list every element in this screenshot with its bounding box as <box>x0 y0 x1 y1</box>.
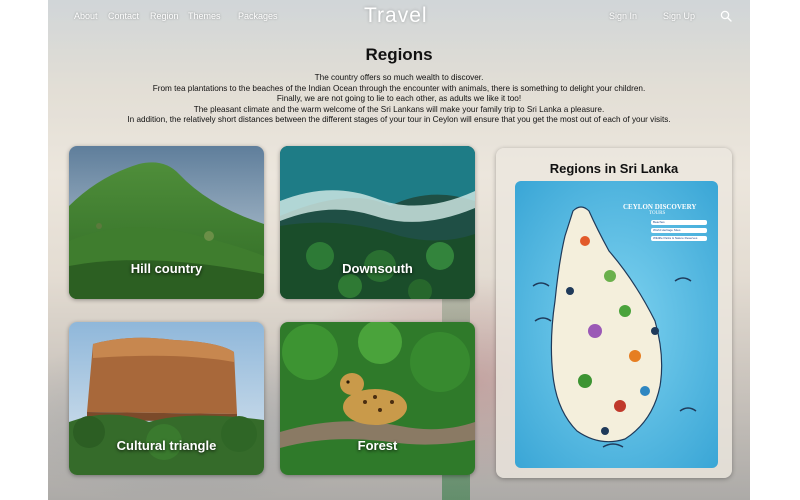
intro-line: In addition, the relatively short distan… <box>127 115 671 124</box>
region-card-forest[interactable]: Forest <box>280 322 475 475</box>
map-panel-title: Regions in Sri Lanka <box>549 161 679 176</box>
region-card-hill-country[interactable]: Hill country <box>69 146 264 299</box>
region-card-downsouth[interactable]: Downsouth <box>280 146 475 299</box>
intro-line: The pleasant climate and the warm welcom… <box>193 104 605 114</box>
intro-line: Finally, we are not going to lie to each… <box>276 94 522 103</box>
region-card-label: Downsouth <box>342 261 413 276</box>
nav-link-themes[interactable]: Themes <box>188 11 221 21</box>
downsouth-image <box>280 146 475 299</box>
nav-link-region[interactable]: Region <box>150 11 179 21</box>
region-card-label: Forest <box>357 438 398 453</box>
sri-lanka-map[interactable]: CEYLON DISCOVERY TOURS Beaches World Her… <box>515 181 718 468</box>
sign-in-link[interactable]: Sign In <box>609 11 637 21</box>
page-title: Regions <box>365 45 433 64</box>
intro-text: The country offers so much wealth to dis… <box>48 73 750 126</box>
nav-link-contact[interactable]: Contact <box>108 11 139 21</box>
sign-up-link[interactable]: Sign Up <box>663 11 695 21</box>
intro-line: From tea plantations to the beaches of t… <box>152 83 646 93</box>
map-brand-sub: TOURS <box>649 211 666 216</box>
hill-country-image <box>69 146 264 299</box>
region-card-cultural-triangle[interactable]: Cultural triangle <box>69 322 264 475</box>
map-legend-item: Beaches <box>651 220 707 225</box>
region-card-label: Hill country <box>130 261 203 276</box>
hero-background: About Contact Region Themes Packages Tra… <box>48 0 750 500</box>
map-legend-item: World Heritage Sites <box>651 228 707 233</box>
top-navigation: About Contact Region Themes Packages Tra… <box>48 0 750 34</box>
intro-line: The country offers so much wealth to dis… <box>314 73 484 82</box>
regions-map-panel: Regions in Sri Lanka CEYLON DISCOVERY TO… <box>496 148 732 478</box>
search-icon[interactable] <box>720 10 732 22</box>
region-card-label: Cultural triangle <box>116 438 217 453</box>
nav-link-packages[interactable]: Packages <box>238 11 278 21</box>
nav-link-about[interactable]: About <box>74 11 98 21</box>
map-legend-item: Wildlife Parks & Nature Reserves <box>651 236 707 241</box>
brand-logo[interactable]: Travel <box>364 4 428 28</box>
map-brand: CEYLON DISCOVERY <box>623 203 697 211</box>
